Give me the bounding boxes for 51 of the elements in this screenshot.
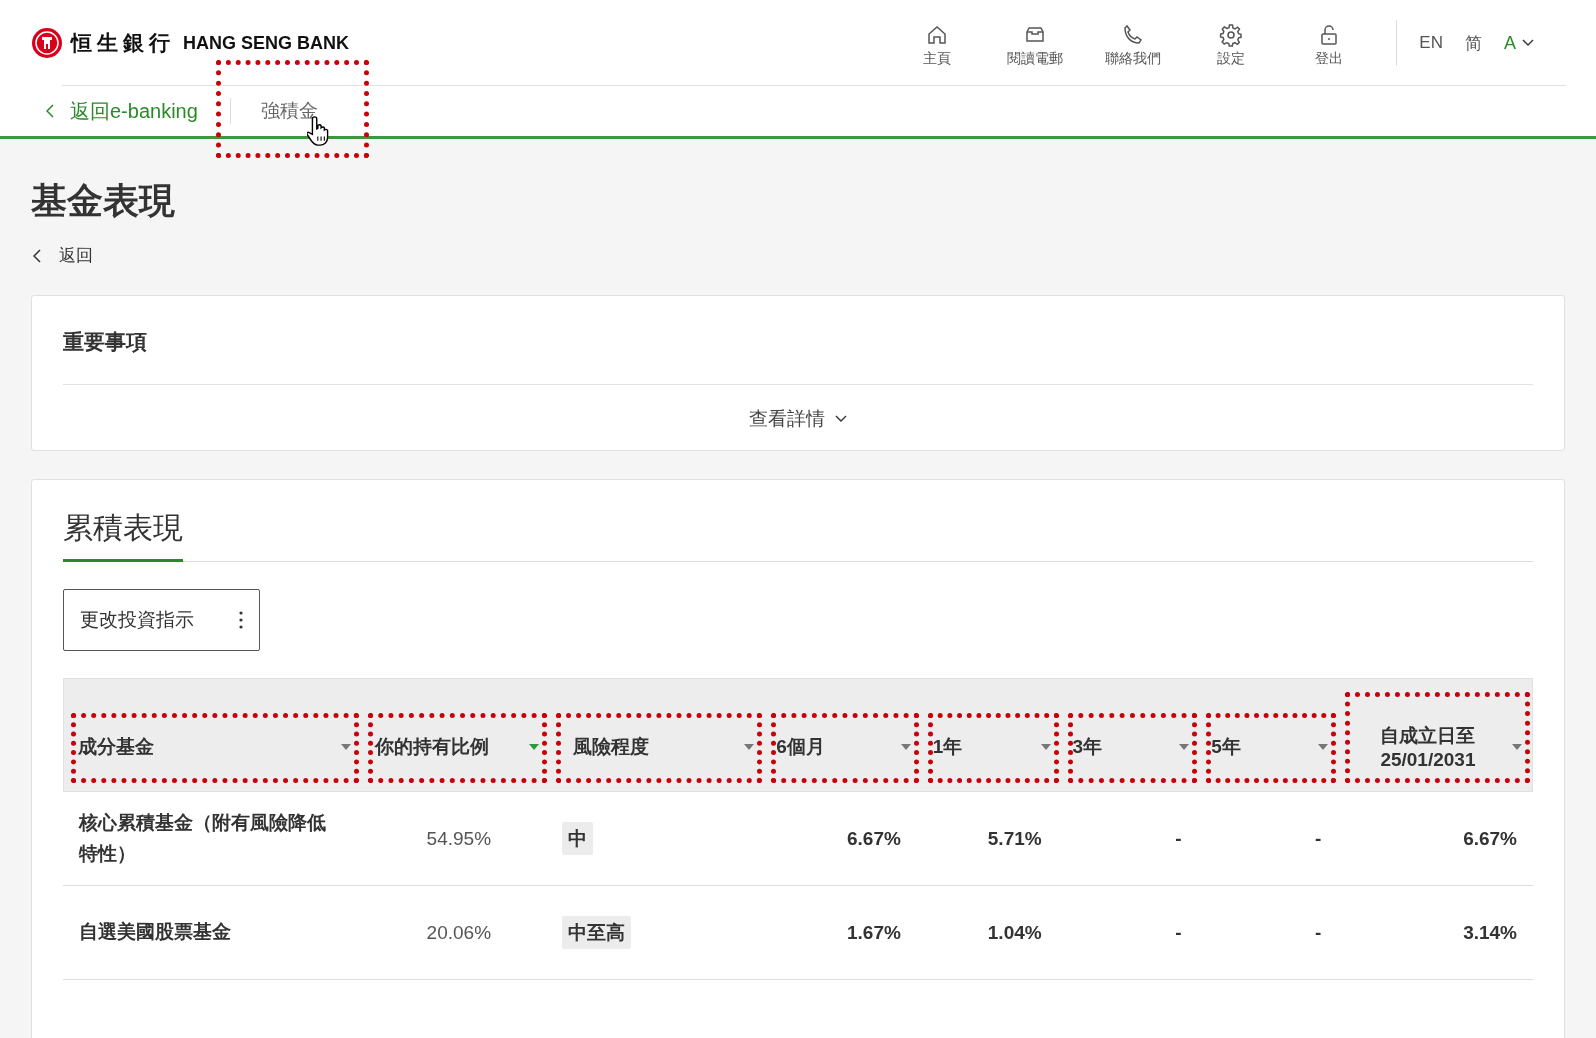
return-cell-text: 5.71% xyxy=(986,827,1043,850)
nav-link[interactable]: 主頁 xyxy=(888,18,987,68)
logo-chinese: 恒生銀行 xyxy=(71,29,175,57)
mpf-tab[interactable]: 強積金 xyxy=(260,100,318,121)
fund-name-cell-text: 核心累積基金（附有風險降低特性） xyxy=(77,811,327,866)
cumulative-tab[interactable]: 累積表現 xyxy=(63,508,183,562)
column-header[interactable]: 你的持有比例 xyxy=(361,679,550,791)
column-header[interactable]: 成分基金 xyxy=(64,679,362,791)
chevron-left-icon xyxy=(33,248,41,263)
chevron-left-icon xyxy=(46,104,54,118)
back-link[interactable]: 返回 xyxy=(31,244,1565,267)
column-header[interactable]: 3年 xyxy=(1060,679,1200,791)
return-cell-text: 3.14% xyxy=(1462,921,1518,944)
chevron-down-icon xyxy=(1522,39,1534,47)
language-link[interactable]: EN xyxy=(1419,33,1443,53)
return-cell-text: 6.67% xyxy=(846,827,902,850)
view-details-toggle[interactable]: 查看詳情 xyxy=(743,405,853,433)
nav-link[interactable]: 登出 xyxy=(1280,18,1379,68)
nav-link[interactable]: 閱讀電郵 xyxy=(986,18,1085,68)
holding-cell-text: 54.95% xyxy=(425,827,493,850)
column-header[interactable]: 6個月 xyxy=(764,679,921,791)
back-link-text[interactable]: 返回 xyxy=(59,244,93,267)
language-link[interactable]: 简 xyxy=(1465,31,1482,55)
back-link[interactable]: 返回e-banking xyxy=(46,97,198,125)
nav-link[interactable]: 設定 xyxy=(1182,18,1281,68)
return-cell-text: - xyxy=(1174,921,1183,944)
font-size-dropdown[interactable]: A xyxy=(1504,32,1534,54)
column-header[interactable]: 5年 xyxy=(1199,679,1338,791)
risk-level-tag: 中 xyxy=(562,821,594,855)
column-header[interactable]: 自成立日至 25/01/2031 xyxy=(1337,679,1532,791)
return-cell-text: - xyxy=(1174,827,1183,850)
more-vertical-icon xyxy=(239,610,243,630)
return-cell-text: 1.67% xyxy=(846,921,902,944)
page-title: 基金表現 xyxy=(31,179,176,223)
settings-icon xyxy=(1219,22,1244,47)
holding-cell-text: 20.06% xyxy=(425,921,493,944)
return-cell-text: 6.67% xyxy=(1462,827,1518,850)
nav-link[interactable]: 聯絡我們 xyxy=(1084,18,1183,68)
return-cell-text: 1.04% xyxy=(986,921,1043,944)
logo-english: HANG SENG BANK xyxy=(183,32,349,54)
chevron-down-icon xyxy=(835,415,847,423)
change-instruction-button[interactable]: 更改投資指示 xyxy=(63,589,260,651)
bank-logo-icon xyxy=(31,27,63,59)
column-header[interactable]: 1年 xyxy=(920,679,1061,791)
column-header[interactable]: 風險程度 xyxy=(559,679,765,791)
return-cell-text: - xyxy=(1313,921,1323,944)
section-title: 重要事項 xyxy=(63,329,148,355)
return-cell-text: - xyxy=(1313,827,1323,850)
risk-level-tag: 中至高 xyxy=(562,915,632,949)
fund-name-cell-text: 自選美國股票基金 xyxy=(78,920,232,945)
back-link-text[interactable]: 返回e-banking xyxy=(70,97,198,125)
